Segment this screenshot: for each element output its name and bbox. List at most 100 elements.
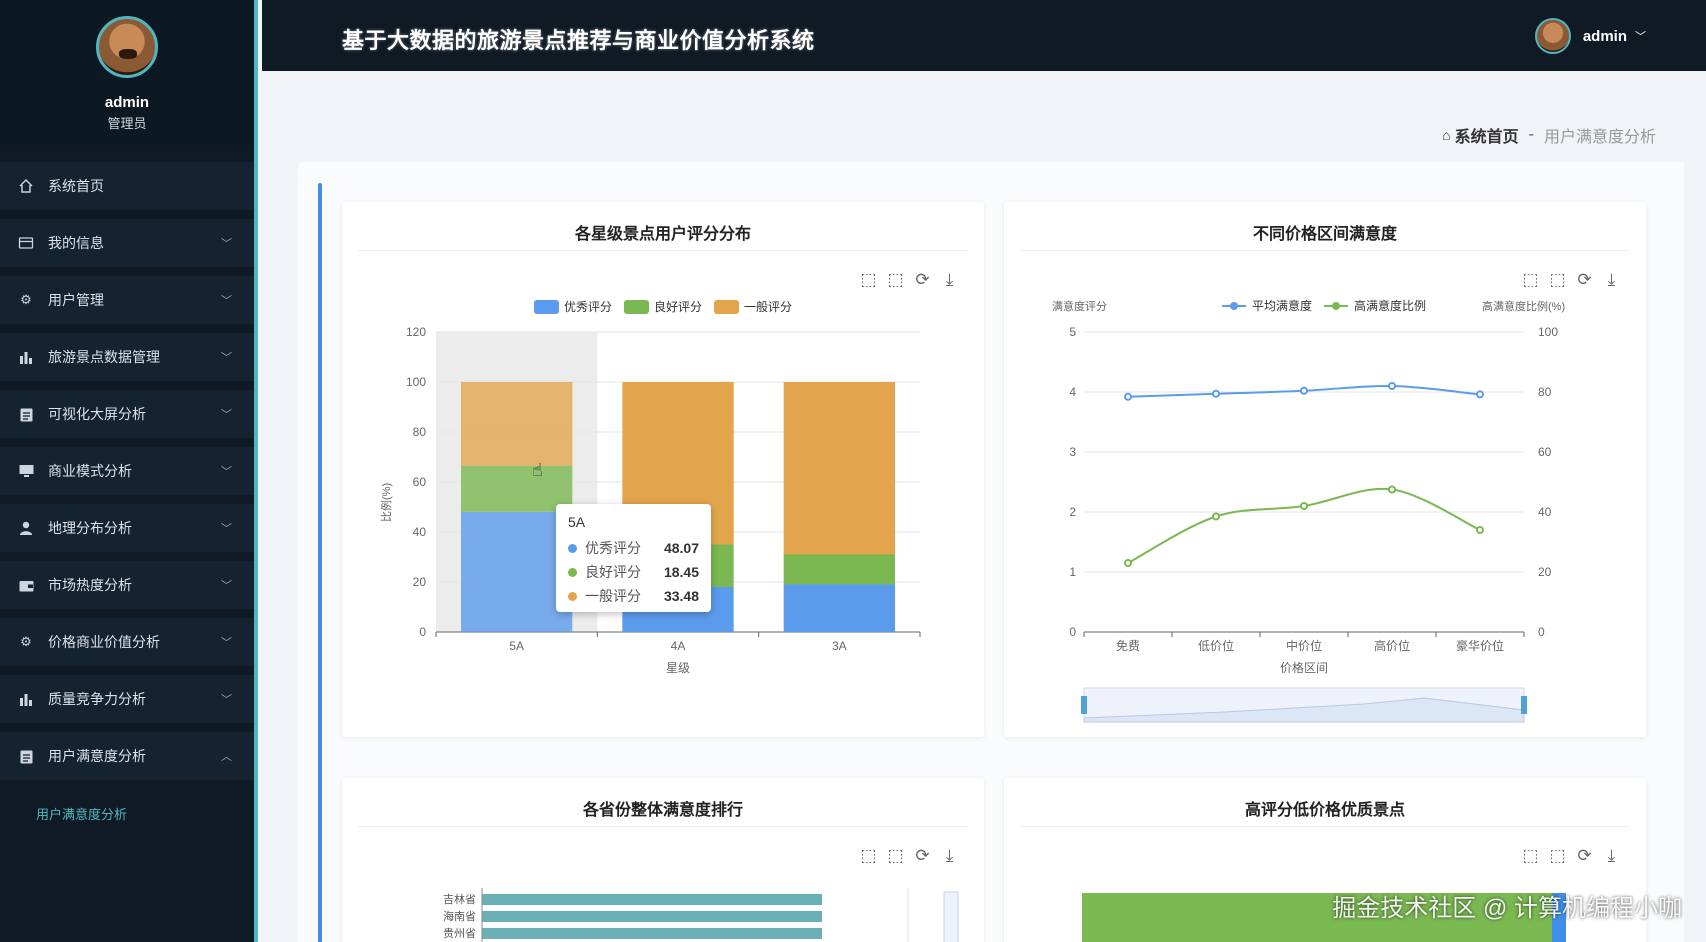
legend-marker: [1332, 302, 1340, 310]
sidebar: admin 管理员 系统首页 我的信息 ﹀ ⚙ 用户管理 ﹀ 旅游景点数据管理 …: [0, 0, 258, 942]
data-point: [1476, 526, 1484, 534]
chart-card-price-satisfaction: 不同价格区间满意度 ⬚ ⬚ ⟳ ⤓ 0 0 1 20 2 40 3 60 4 80 5 100 免费 低价…: [1004, 202, 1646, 737]
sidebar-item-business-model[interactable]: 商业模式分析 ﹀: [0, 447, 254, 495]
y-axis-title: 比例(%): [379, 483, 393, 522]
sidebar-item-quality[interactable]: 质量竞争力分析 ﹀: [0, 675, 254, 723]
sidebar-menu: 系统首页 我的信息 ﹀ ⚙ 用户管理 ﹀ 旅游景点数据管理 ﹀ 可视化大屏分析 …: [0, 162, 254, 837]
watermark: 掘金技术社区 @ 计算机编程小咖: [1332, 895, 1682, 922]
tooltip-series-name: 良好评分: [585, 564, 641, 580]
sidebar-item-label: 质量竞争力分析: [48, 691, 146, 707]
y-left-tick-label: 1: [1069, 565, 1076, 579]
sidebar-item-home[interactable]: 系统首页: [0, 162, 254, 210]
card-icon: [18, 235, 34, 251]
user-name: admin: [1582, 27, 1627, 45]
sidebar-item-user-management[interactable]: ⚙ 用户管理 ﹀: [0, 276, 254, 324]
sidebar-item-label: 用户满意度分析: [48, 748, 146, 764]
chevron-down-icon: ﹀: [221, 352, 232, 364]
x-tick-label: 4A: [671, 639, 686, 653]
data-point: [1124, 392, 1132, 401]
data-point: [1124, 559, 1132, 567]
chevron-down-icon: ﹀: [221, 409, 232, 421]
sidebar-item-satisfaction[interactable]: 用户满意度分析 ︿: [0, 732, 254, 780]
home-icon: ⌂: [1442, 127, 1451, 143]
bar: [482, 911, 822, 922]
sidebar-subitem-satisfaction[interactable]: 用户满意度分析: [0, 789, 254, 837]
breadcrumb-current: 用户满意度分析: [1543, 129, 1656, 146]
chevron-down-icon: ﹀: [221, 580, 232, 592]
chevron-down-icon: ﹀: [1635, 31, 1646, 43]
y-left-tick-label: 3: [1069, 445, 1076, 459]
breadcrumb-home[interactable]: ⌂ 系统首页: [1442, 123, 1518, 147]
tooltip-row: 优秀评分 48.07: [568, 536, 699, 560]
user-icon: [18, 520, 34, 536]
y-right-tick-label: 60: [1538, 445, 1552, 459]
sidebar-item-label: 商业模式分析: [48, 463, 132, 479]
legend-dot: [568, 543, 577, 553]
tooltip-value: 18.45: [663, 564, 699, 580]
legend-label: 平均满意度: [1252, 298, 1312, 313]
y-category-label: 海南省: [443, 909, 476, 923]
monitor-icon: [18, 463, 34, 479]
data-point: [1212, 389, 1220, 398]
y-left-tick-label: 5: [1069, 325, 1076, 339]
legend-label: 优秀评分: [564, 300, 612, 314]
user-menu[interactable]: admin ﹀: [1534, 18, 1646, 54]
legend-swatch: [714, 300, 739, 314]
app-title: 基于大数据的旅游景点推荐与商业价值分析系统: [342, 28, 815, 53]
legend-marker: [1230, 302, 1238, 310]
sidebar-item-market-heat[interactable]: 市场热度分析 ﹀: [0, 561, 254, 609]
legend-label: 良好评分: [654, 299, 702, 314]
sidebar-item-price-value[interactable]: ⚙ 价格商业价值分析 ﹀: [0, 618, 254, 666]
horizontal-bar-chart: 吉林省海南省贵州省: [443, 888, 959, 942]
x-tick-label: 5A: [509, 639, 524, 653]
chevron-down-icon: ﹀: [221, 694, 232, 706]
tooltip-row: 良好评分 18.45: [568, 560, 699, 584]
y-right-tick-label: 0: [1538, 625, 1545, 639]
y-tick-label: 0: [419, 625, 426, 639]
x-tick-label: 免费: [1116, 638, 1140, 653]
bar-segment: [783, 382, 895, 555]
home-icon: [18, 178, 34, 194]
sidebar-item-geo-distribution[interactable]: 地理分布分析 ﹀: [0, 504, 254, 552]
y-tick-label: 60: [413, 475, 427, 489]
chart-card-star-rating: 各星级景点用户评分分布 ⬚ ⬚ ⟳ ⤓ 0 20 40 60 80 100 120 5A 4A 3…: [342, 202, 984, 737]
bar-chart-icon: [18, 349, 34, 365]
tooltip-value: 33.48: [663, 588, 699, 604]
chevron-down-icon: ﹀: [221, 295, 232, 307]
hand-cursor-icon: ☝: [532, 460, 543, 480]
datazoom-handle-right: [1521, 696, 1527, 714]
gear-icon: ⚙: [20, 292, 32, 307]
y-category-label: 贵州省: [443, 927, 476, 940]
sidebar-item-my-info[interactable]: 我的信息 ﹀: [0, 219, 254, 267]
breadcrumb: ⌂ 系统首页 - 用户满意度分析: [1442, 123, 1656, 147]
datazoom-slider: [943, 891, 959, 942]
profile-name: admin: [104, 94, 150, 111]
legend-dot: [568, 591, 577, 601]
avatar[interactable]: [96, 16, 158, 78]
data-point: [1388, 382, 1396, 390]
chart-card-province-ranking: 各省份整体满意度排行 ⬚ ⬚ ⟳ ⤓ 吉林省 海南省 贵州省: [342, 778, 984, 942]
x-axis-title: 价格区间: [1280, 660, 1328, 675]
dual-axis-line-chart: 0 0 1 20 2 40 3 60 4 80 5 100 免费 低价位 中价位 高价位 豪华价位价格区间 满意度…: [1052, 298, 1565, 723]
bar-segment: [783, 584, 895, 632]
sidebar-item-label: 旅游景点数据管理: [48, 349, 160, 365]
sidebar-item-label: 价格商业价值分析: [48, 634, 160, 650]
y-right-tick-label: 40: [1538, 505, 1552, 519]
y-left-axis-title: 满意度评分: [1052, 299, 1107, 313]
sidebar-item-big-screen[interactable]: 可视化大屏分析 ﹀: [0, 390, 254, 438]
y-tick-label: 120: [406, 325, 426, 339]
bar: [482, 894, 822, 905]
chart-tooltip: 5A 优秀评分 48.07 良好评分 18.45 一般评分 33.48: [556, 504, 711, 612]
sidebar-item-label: 可视化大屏分析: [48, 406, 146, 422]
sidebar-item-attraction-data[interactable]: 旅游景点数据管理 ﹀: [0, 333, 254, 381]
y-left-tick-label: 0: [1069, 625, 1076, 639]
data-point: [1388, 485, 1396, 494]
chevron-down-icon: ﹀: [221, 238, 232, 250]
top-header: 基于大数据的旅游景点推荐与商业价值分析系统 admin ﹀: [262, 0, 1706, 71]
y-left-tick-label: 4: [1069, 385, 1076, 399]
chevron-down-icon: ﹀: [221, 523, 232, 535]
avatar: [1534, 18, 1571, 54]
y-tick-label: 40: [413, 525, 427, 539]
x-tick-label: 高价位: [1374, 638, 1410, 653]
y-right-tick-label: 80: [1538, 385, 1552, 399]
